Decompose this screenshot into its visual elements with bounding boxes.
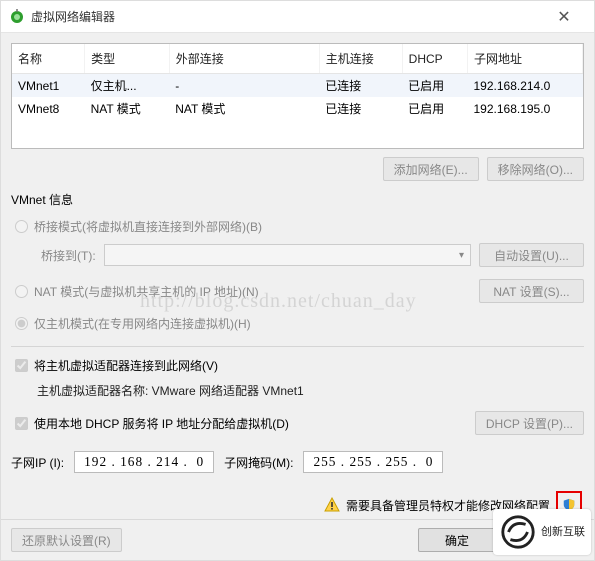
nat-settings-button[interactable]: NAT 设置(S)... — [479, 279, 584, 303]
radio-nat[interactable]: NAT 模式(与虚拟机共享主机的 IP 地址)(N) NAT 设置(S)... — [15, 279, 584, 303]
ok-button[interactable]: 确定 — [418, 528, 496, 552]
bridge-adapter-select[interactable]: ▾ — [104, 244, 471, 266]
window-title: 虚拟网络编辑器 — [31, 8, 542, 25]
bridge-to-label: 桥接到(T): — [41, 247, 96, 264]
admin-hint-text: 需要具备管理员特权才能修改网络配置 — [346, 497, 550, 514]
table-row[interactable]: VMnet8 NAT 模式 NAT 模式 已连接 已启用 192.168.195… — [12, 97, 583, 120]
subnet-ip-label: 子网IP (I): — [11, 454, 64, 471]
shield-icon — [562, 498, 576, 512]
col-name[interactable]: 名称 — [12, 44, 85, 74]
subnet-mask-input[interactable] — [303, 451, 443, 473]
admin-change-highlight — [556, 491, 582, 519]
cancel-button[interactable]: 取消 — [506, 528, 584, 552]
remove-network-button[interactable]: 移除网络(O)... — [487, 157, 584, 181]
check-host-adapter[interactable]: 将主机虚拟适配器连接到此网络(V) — [15, 357, 584, 374]
col-type[interactable]: 类型 — [85, 44, 170, 74]
button-bar: 还原默认设置(R) 确定 取消 — [1, 519, 594, 560]
radio-bridge[interactable]: 桥接模式(将虚拟机直接连接到外部网络)(B) — [15, 218, 584, 235]
dialog-window: 虚拟网络编辑器 ✕ 名称 类型 外部连接 主机连接 DHCP 子网地址 VMne… — [0, 0, 595, 561]
titlebar: 虚拟网络编辑器 ✕ — [1, 1, 594, 33]
subnet-mask-label: 子网掩码(M): — [224, 454, 293, 471]
col-ext[interactable]: 外部连接 — [169, 44, 319, 74]
adapter-name-text: 主机虚拟适配器名称: VMware 网络适配器 VMnet1 — [37, 382, 304, 399]
chevron-down-icon: ▾ — [459, 250, 464, 261]
warning-icon — [324, 497, 340, 513]
col-host[interactable]: 主机连接 — [319, 44, 402, 74]
col-subnet[interactable]: 子网地址 — [468, 44, 583, 74]
auto-bridge-button[interactable]: 自动设置(U)... — [479, 243, 584, 267]
restore-defaults-button[interactable]: 还原默认设置(R) — [11, 528, 122, 552]
add-network-button[interactable]: 添加网络(E)... — [383, 157, 479, 181]
app-icon — [9, 9, 25, 25]
table-row[interactable]: VMnet1 仅主机... - 已连接 已启用 192.168.214.0 — [12, 74, 583, 98]
vmnet-info-label: VMnet 信息 — [11, 191, 584, 208]
check-dhcp[interactable]: 使用本地 DHCP 服务将 IP 地址分配给虚拟机(D) DHCP 设置(P).… — [15, 411, 584, 435]
radio-hostonly[interactable]: 仅主机模式(在专用网络内连接虚拟机)(H) — [15, 315, 584, 332]
close-icon[interactable]: ✕ — [542, 1, 586, 32]
dhcp-settings-button[interactable]: DHCP 设置(P)... — [475, 411, 584, 435]
content-area: 名称 类型 外部连接 主机连接 DHCP 子网地址 VMnet1 仅主机... … — [1, 33, 594, 519]
subnet-ip-input[interactable] — [74, 451, 214, 473]
network-table[interactable]: 名称 类型 外部连接 主机连接 DHCP 子网地址 VMnet1 仅主机... … — [11, 43, 584, 149]
change-settings-button[interactable] — [562, 494, 576, 516]
col-dhcp[interactable]: DHCP — [402, 44, 467, 74]
